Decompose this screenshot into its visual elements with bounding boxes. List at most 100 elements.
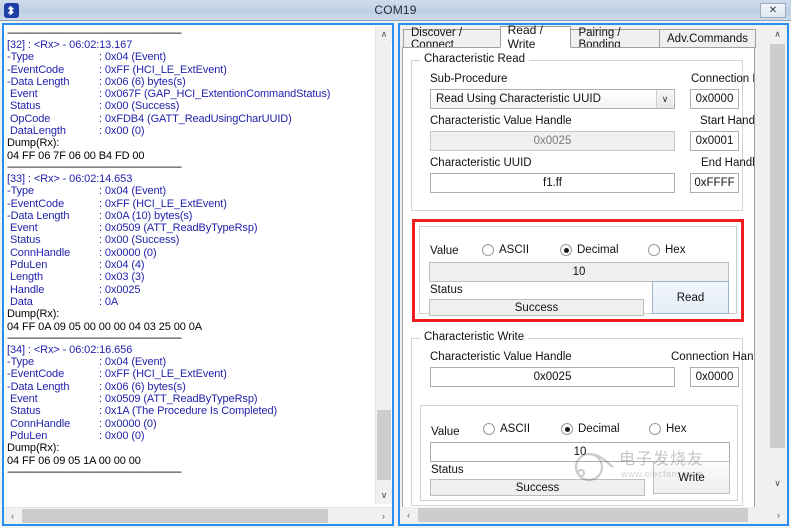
log-separator: ----------------------------------------… [7,28,182,39]
read-button[interactable]: Read [652,281,729,314]
tab-label: Adv.Commands [667,32,748,45]
control-panel: Discover / Connect Read / Write Pairing / … [398,23,789,526]
characteristic-read-group: Characteristic Read Sub-Procedure Read U… [411,53,754,211]
write-format-radio-ascii[interactable]: ASCII [483,423,530,435]
read-format-label-ascii: ASCII [499,244,530,256]
scroll-right-arrow-icon[interactable]: › [375,508,392,524]
log-horizontal-scrollbar[interactable]: ‹ › [4,507,392,524]
write-char-value-handle-input[interactable]: 0x0025 [430,367,675,387]
tab-discover-connect[interactable]: Discover / Connect [403,27,501,51]
scroll-left-arrow-icon[interactable]: ‹ [400,507,417,523]
log-field-value: : 0x06 (6) bytes(s) [99,75,186,88]
log-field: -EventCode: 0xFF (HCI_LE_ExtEvent) [7,198,376,210]
log-field-key: PduLen [7,429,48,442]
write-format-radio-decimal[interactable]: Decimal [561,423,620,435]
log-field-key: -Type [7,356,35,369]
tab-read-write[interactable]: Read / Write [499,23,572,51]
log-field-value: : 0xFF (HCI_LE_ExtEvent) [99,63,227,76]
start-handle-input[interactable]: 0x0001 [690,131,739,151]
sub-procedure-select[interactable]: Read Using Characteristic UUID ∨ [430,89,675,109]
tab-adv-commands[interactable]: Adv.Commands [659,29,756,48]
write-value-input[interactable]: 10 [430,442,730,462]
tab-pairing-bonding[interactable]: Pairing / Bonding [570,27,661,51]
log-field-key: Status [7,405,41,418]
log-field: -EventCode: 0xFF (HCI_LE_ExtEvent) [7,368,376,380]
log-field-value: : 0x0509 (ATT_ReadByTypeRsp) [99,393,258,406]
log-field-key: -Data Length [7,380,70,393]
radio-dot-icon [560,244,572,256]
log-dump-bytes: 04 FF 06 09 05 1A 00 00 00 [7,454,141,467]
read-char-value-handle-label: Characteristic Value Handle [430,115,572,127]
write-connection-handle-label: Connection Handle [671,351,754,363]
log-dump-bytes: 04 FF 06 7F 06 00 B4 FD 00 [7,149,145,162]
read-value-label: Value [430,245,459,257]
scroll-up-arrow-icon[interactable]: ∧ [769,26,786,43]
scroll-right-arrow-icon[interactable]: › [770,507,787,523]
log-field: Status: 0x1A (The Procedure Is Completed… [7,405,376,417]
characteristic-uuid-input[interactable]: f1.ff [430,173,675,193]
write-connection-handle-input[interactable]: 0x0000 [690,367,739,387]
window-body: ----------------------------------------… [0,21,791,528]
log-separator: ----------------------------------------… [7,466,182,478]
log-field: PduLen: 0x04 (4) [7,259,376,271]
read-format-label-hex: Hex [665,244,686,256]
log-field-value: : 0x067F (GAP_HCI_ExtentionCommandStatus… [99,88,331,101]
log-field: -EventCode : 0xFF (HCI_LE_ExtEvent) [7,64,376,76]
read-value-panel: Value ASCII Decimal Hex 10 Status Succes… [419,226,737,316]
end-handle-input[interactable]: 0xFFFF [690,173,739,193]
log-field-key: Status [7,100,41,113]
start-handle-label: Start Handle [700,115,755,127]
log-entry-header: [34] : <Rx> - 06:02:16.656 [7,343,133,356]
log-separator: ----------------------------------------… [7,332,182,344]
sub-procedure-value: Read Using Characteristic UUID [436,93,601,105]
log-field-key: Data [7,295,33,308]
scroll-down-arrow-icon[interactable]: ∨ [376,487,392,504]
radio-dot-icon [649,423,661,435]
write-value-label: Value [431,426,460,438]
close-button[interactable]: ✕ [760,3,786,18]
write-button[interactable]: Write [653,461,730,494]
log-output[interactable]: ----------------------------------------… [4,25,376,505]
radio-dot-icon [483,423,495,435]
read-value-input[interactable]: 10 [429,262,729,282]
read-connection-handle-input[interactable]: 0x0000 [690,89,739,109]
read-char-value-handle-input[interactable]: 0x0025 [430,131,675,151]
log-field-key: Event [7,222,38,235]
characteristic-read-legend: Characteristic Read [420,53,529,65]
chevron-down-icon[interactable]: ∨ [656,90,673,108]
log-hscroll-thumb[interactable] [22,509,328,523]
log-field-key: -EventCode [7,63,65,76]
window-title: COM19 [374,3,417,17]
write-format-radio-hex[interactable]: Hex [649,423,686,435]
panel-vertical-scrollbar[interactable]: ∧ ∨ [769,26,786,492]
log-entry-header: [32] : <Rx> - 06:02:13.167 [7,39,133,51]
panel-horizontal-scrollbar[interactable]: ‹ › [400,507,787,524]
log-field: -Type: 0x04 (Event) [7,185,376,197]
panel-vscroll-thumb[interactable] [770,44,785,448]
log-dump-label: Dump(Rx): [7,308,60,321]
read-format-radio-hex[interactable]: Hex [648,244,685,256]
log-field: Event: 0x067F (GAP_HCI_ExtentionCommandS… [7,88,376,100]
read-status-value: Success [429,299,644,316]
log-field: ConnHandle: 0x0000 (0) [7,418,376,430]
scroll-left-arrow-icon[interactable]: ‹ [4,508,21,524]
log-vscroll-thumb[interactable] [377,410,391,480]
characteristic-uuid-label: Characteristic UUID [430,157,532,169]
log-field: OpCode: 0xFDB4 (GATT_ReadUsingCharUUID) [7,113,376,125]
read-status-label: Status [430,284,463,296]
end-handle-label: End Handle [701,157,755,169]
log-field-value: : 0x06 (6) bytes(s) [99,380,186,393]
read-format-radio-decimal[interactable]: Decimal [560,244,619,256]
read-format-radio-ascii[interactable]: ASCII [482,244,529,256]
log-field: PduLen: 0x00 (0) [7,430,376,442]
log-field-key: -Type [7,51,35,64]
log-field-value: : 0xFDB4 (GATT_ReadUsingCharUUID) [99,112,292,125]
scroll-down-arrow-icon[interactable]: ∨ [769,475,786,492]
log-separator: ----------------------------------------… [7,161,182,173]
panel-hscroll-thumb[interactable] [418,508,748,522]
log-field-key: ConnHandle [7,417,71,430]
sub-procedure-label: Sub-Procedure [430,73,508,85]
log-field: -Type: 0x04 (Event) [7,51,376,63]
scroll-up-arrow-icon[interactable]: ∧ [376,26,392,43]
log-vertical-scrollbar[interactable]: ∧ ∨ [375,26,392,504]
